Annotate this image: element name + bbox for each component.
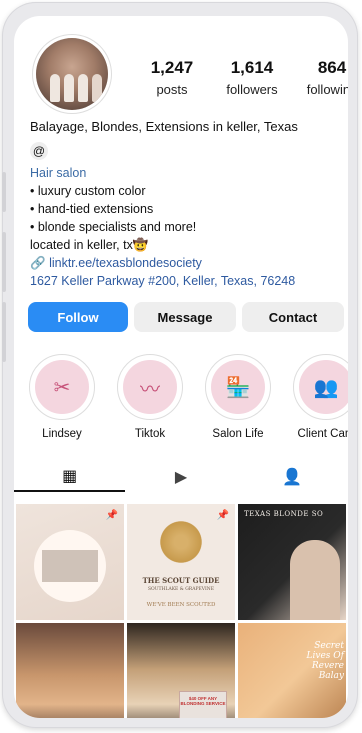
- bio-line: • hand-tied extensions: [30, 202, 154, 216]
- post-image: [42, 550, 98, 582]
- contact-button[interactable]: Contact: [242, 302, 344, 332]
- tagged-icon[interactable]: 👤: [237, 462, 348, 492]
- profile-stats: 1,247 posts 1,614 followers 864 followin…: [132, 58, 348, 97]
- scout-logo: [157, 518, 205, 566]
- profile-link[interactable]: 🔗 linktr.ee/texasblondesociety: [30, 254, 340, 272]
- phone-side-button: [2, 302, 6, 362]
- bio-line: • blonde specialists and more!: [30, 220, 197, 234]
- post-thumbnail[interactable]: Secret Lives Of Revere Balay: [238, 623, 346, 718]
- people-icon: 👥: [299, 360, 348, 414]
- profile-tabs: ▦ ▶ 👤: [14, 462, 348, 492]
- grid-icon[interactable]: ▦: [14, 462, 126, 492]
- post-thumbnail[interactable]: THE SCOUT GUIDE SOUTHLAKE & GRAPEVINE WE…: [127, 504, 235, 620]
- profile-address[interactable]: 1627 Keller Parkway #200, Keller, Texas,…: [30, 272, 340, 290]
- post-caption: THE SCOUT GUIDE: [142, 576, 220, 585]
- highlight-ring: 🏪: [205, 354, 271, 420]
- profile-link-text: linktr.ee/texasblondesociety: [49, 256, 202, 270]
- highlight-client-cam[interactable]: 👥 Client Cam: [290, 354, 348, 440]
- post-thumbnail[interactable]: 📌: [16, 504, 124, 620]
- highlight-ring: 〰: [117, 354, 183, 420]
- stat-followers[interactable]: 1,614 followers: [212, 58, 292, 97]
- stat-value: 864: [317, 58, 347, 77]
- reels-icon[interactable]: ▶: [125, 462, 236, 492]
- highlight-tiktok[interactable]: 〰 Tiktok: [114, 354, 186, 440]
- post-thumbnail[interactable]: 18: [16, 623, 124, 718]
- bio-line: located in keller, tx🤠: [30, 238, 149, 252]
- stat-value: 1,247: [150, 58, 194, 77]
- bio-line: • luxury custom color: [30, 184, 146, 198]
- profile-actions: Follow Message Contact: [28, 302, 344, 332]
- avatar[interactable]: [36, 38, 108, 110]
- follow-button[interactable]: Follow: [28, 302, 128, 332]
- link-icon: 🔗: [30, 256, 46, 270]
- phone-side-button: [2, 172, 6, 212]
- post-thumbnail[interactable]: TEXAS BLONDE SO: [238, 504, 346, 620]
- highlight-label: Lindsey: [42, 428, 82, 440]
- highlight-label: Salon Life: [212, 428, 264, 440]
- post-thumbnail[interactable]: $40 OFF ANY BLONDING SERVICE: [127, 623, 235, 718]
- scissors-icon: ✂: [35, 360, 89, 414]
- stat-label: followers: [226, 82, 278, 97]
- stat-label: posts: [156, 82, 188, 97]
- stat-value: 1,614: [230, 58, 274, 77]
- stat-following[interactable]: 864 following: [292, 58, 348, 97]
- highlight-lindsey[interactable]: ✂ Lindsey: [26, 354, 98, 440]
- stat-posts[interactable]: 1,247 posts: [132, 58, 212, 97]
- profile-category: Hair salon: [30, 166, 87, 180]
- phone-side-button: [2, 232, 6, 292]
- promo-badge: $40 OFF ANY BLONDING SERVICE: [179, 691, 227, 718]
- post-caption: TEXAS BLONDE SO: [244, 510, 324, 518]
- highlight-ring: 👥: [293, 354, 348, 420]
- highlight-salon-life[interactable]: 🏪 Salon Life: [202, 354, 274, 440]
- profile-bio: Balayage, Blondes, Extensions in keller,…: [30, 118, 340, 290]
- highlight-label: Client Cam: [297, 428, 348, 440]
- message-button[interactable]: Message: [134, 302, 236, 332]
- store-icon: 🏪: [211, 360, 265, 414]
- post-caption: SOUTHLAKE & GRAPEVINE: [147, 587, 215, 592]
- post-caption: Secret Lives Of Revere Balay: [306, 641, 344, 681]
- pin-icon: 📌: [216, 510, 229, 521]
- highlight-label: Tiktok: [134, 428, 166, 440]
- instagram-profile-screen: 1,247 posts 1,614 followers 864 followin…: [14, 16, 348, 718]
- wave-icon: 〰: [123, 360, 177, 414]
- post-caption: WE'VE BEEN SCOUTED: [146, 602, 216, 608]
- threads-icon[interactable]: @: [30, 142, 48, 160]
- posts-grid: 📌 THE SCOUT GUIDE SOUTHLAKE & GRAPEVINE …: [16, 504, 346, 718]
- profile-name: Balayage, Blondes, Extensions in keller,…: [30, 119, 298, 134]
- pin-icon: 📌: [105, 510, 118, 521]
- stat-label: following: [306, 82, 348, 97]
- highlight-ring: ✂: [29, 354, 95, 420]
- post-image: [290, 540, 340, 620]
